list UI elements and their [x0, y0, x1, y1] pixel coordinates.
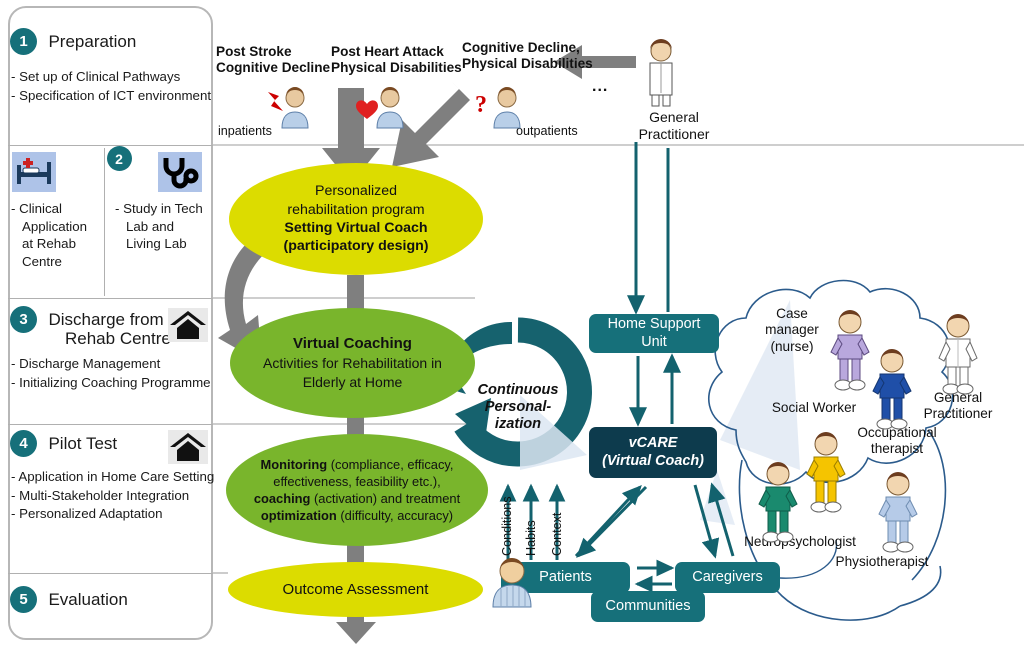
text-line: (Virtual Coach) [602, 452, 704, 469]
phase-4-number: 4 [10, 430, 37, 457]
signal-label-habits: Habits [524, 520, 538, 556]
general-practitioner-icon [638, 38, 684, 113]
phase-separator-4 [8, 573, 213, 574]
house-icon [168, 430, 208, 464]
label-line: Physical Disabilities [331, 60, 462, 76]
phase-2-items-right: - Study in Tech Lab and Living Lab [115, 200, 203, 254]
phase-2-header[interactable]: 2 [104, 146, 134, 171]
phase-separator-2 [8, 298, 213, 299]
hospital-bed-icon [12, 152, 56, 192]
patient-avatar-icon [487, 556, 537, 613]
phase-3-title-line2: Rehab Centre [65, 329, 171, 348]
label-line: Physical Disabilities [462, 56, 593, 72]
monitoring-text: (compliance, efficacy, [327, 456, 454, 472]
phase-4-header[interactable]: 4 Pilot Test [10, 430, 117, 457]
patient-stroke-icon [262, 86, 316, 135]
patient-heart-icon [355, 86, 409, 135]
occupational-therapist-figure-icon [866, 347, 918, 436]
patient-question-icon: ? [473, 86, 527, 135]
label-line: Post Stroke [216, 44, 292, 59]
house-icon [168, 308, 208, 342]
list-item: - Study in Tech Lab and Living Lab [115, 201, 203, 252]
home-support-unit-box[interactable]: Home Support Unit [589, 314, 719, 353]
coaching-text: (activation) and treatment [310, 491, 461, 506]
phase-1-header[interactable]: 1 Preparation [10, 28, 136, 55]
text-line: Home Support [607, 316, 701, 333]
caregivers-box[interactable]: Caregivers [675, 562, 780, 593]
phase-4-title: Pilot Test [48, 433, 118, 453]
text-line: manager [765, 322, 819, 338]
signal-label-context: Context [550, 512, 564, 556]
text-line: Virtual Coaching [293, 335, 412, 353]
general-practitioner-label: General Practitioner [613, 109, 735, 143]
text-line: Elderly at Home [302, 373, 403, 390]
label-line: Cognitive Decline [216, 60, 331, 76]
text-line: Case [776, 306, 808, 321]
label-line: Post Heart Attack [331, 44, 444, 59]
list-item: - Clinical Application at Rehab Centre [11, 201, 88, 270]
physiotherapist-figure-icon [872, 470, 924, 559]
text-line: Activities for Rehabilitation in [263, 355, 442, 372]
optimization-text: (difficulty, accuracy) [336, 508, 454, 524]
stakeholder-label-case-manager: Case manager (nurse) [752, 306, 832, 355]
continuous-personalization-label: Continuous Personal- ization [462, 382, 574, 434]
phase-2-items-left: - Clinical Application at Rehab Centre [11, 200, 99, 272]
outcome-assessment-ellipse[interactable]: Outcome Assessment [228, 562, 483, 617]
optimization-keyword: optimization [260, 508, 337, 524]
text-line: (participatory design) [283, 238, 429, 255]
patient-source-b-label: Post Heart Attack Physical Disabilities [331, 44, 462, 76]
phase-5-title: Evaluation [48, 589, 128, 609]
text-line: Practitioner [923, 406, 993, 422]
list-item: - Application in Home Care Setting [11, 469, 215, 484]
phase-separator-3 [8, 424, 213, 425]
text-line: effectiveness, feasibility etc.), [273, 473, 441, 489]
monitoring-keyword: Monitoring [260, 456, 328, 472]
virtual-coaching-ellipse[interactable]: Virtual Coaching Activities for Rehabili… [230, 308, 475, 418]
text-line: Unit [641, 333, 667, 350]
outcome-assessment-label: Outcome Assessment [282, 581, 429, 598]
neuropsychologist-figure-icon [752, 460, 804, 549]
stethoscope-icon [158, 152, 202, 192]
monitoring-ellipse[interactable]: Monitoring (compliance, efficacy, effect… [226, 434, 488, 546]
vcare-virtual-coach-box[interactable]: vCARE (Virtual Coach) [589, 427, 717, 478]
text-line: Personalized [314, 183, 398, 200]
phase-5-header[interactable]: 5 Evaluation [10, 586, 128, 613]
label-line: Cognitive Decline, [462, 40, 580, 55]
phase-1-number: 1 [10, 28, 37, 55]
text-line: Personal- [484, 399, 552, 416]
svg-text:?: ? [475, 92, 487, 118]
text-line: coaching (activation) and treatment [254, 490, 460, 507]
text-line: vCARE [628, 435, 678, 452]
patient-source-a-label: Post Stroke Cognitive Decline [216, 44, 330, 76]
phase-1-title: Preparation [48, 31, 137, 51]
text-line: therapist [870, 441, 924, 457]
text-line: ization [494, 416, 542, 433]
personalized-rehab-program-ellipse[interactable]: Personalized rehabilitation program Sett… [229, 163, 483, 275]
phase-3-number: 3 [10, 306, 37, 333]
label-line: Practitioner [638, 125, 710, 142]
ellipsis-label: ... [592, 78, 609, 95]
text-line: Setting Virtual Coach [284, 220, 428, 236]
general-practitioner-figure-icon [932, 312, 984, 401]
text-line: optimization (difficulty, accuracy) [254, 507, 460, 524]
phase-2-number: 2 [106, 146, 132, 171]
text-line: rehabilitation program [287, 201, 425, 218]
social-worker-figure-icon [800, 430, 852, 519]
stakeholder-label-social-worker: Social Worker [771, 400, 857, 415]
text-line: Monitoring (compliance, efficacy, [254, 456, 460, 473]
phase-3-title: Discharge from [48, 309, 164, 329]
coaching-keyword: coaching [253, 491, 311, 506]
phase-5-number: 5 [10, 586, 37, 613]
text-line: (nurse) [770, 338, 814, 354]
signal-label-conditions: Conditions [500, 496, 514, 556]
patient-source-c-label: Cognitive Decline, Physical Disabilities [462, 40, 593, 72]
communities-box[interactable]: Communities [591, 591, 705, 622]
text-line: Continuous [477, 382, 559, 398]
